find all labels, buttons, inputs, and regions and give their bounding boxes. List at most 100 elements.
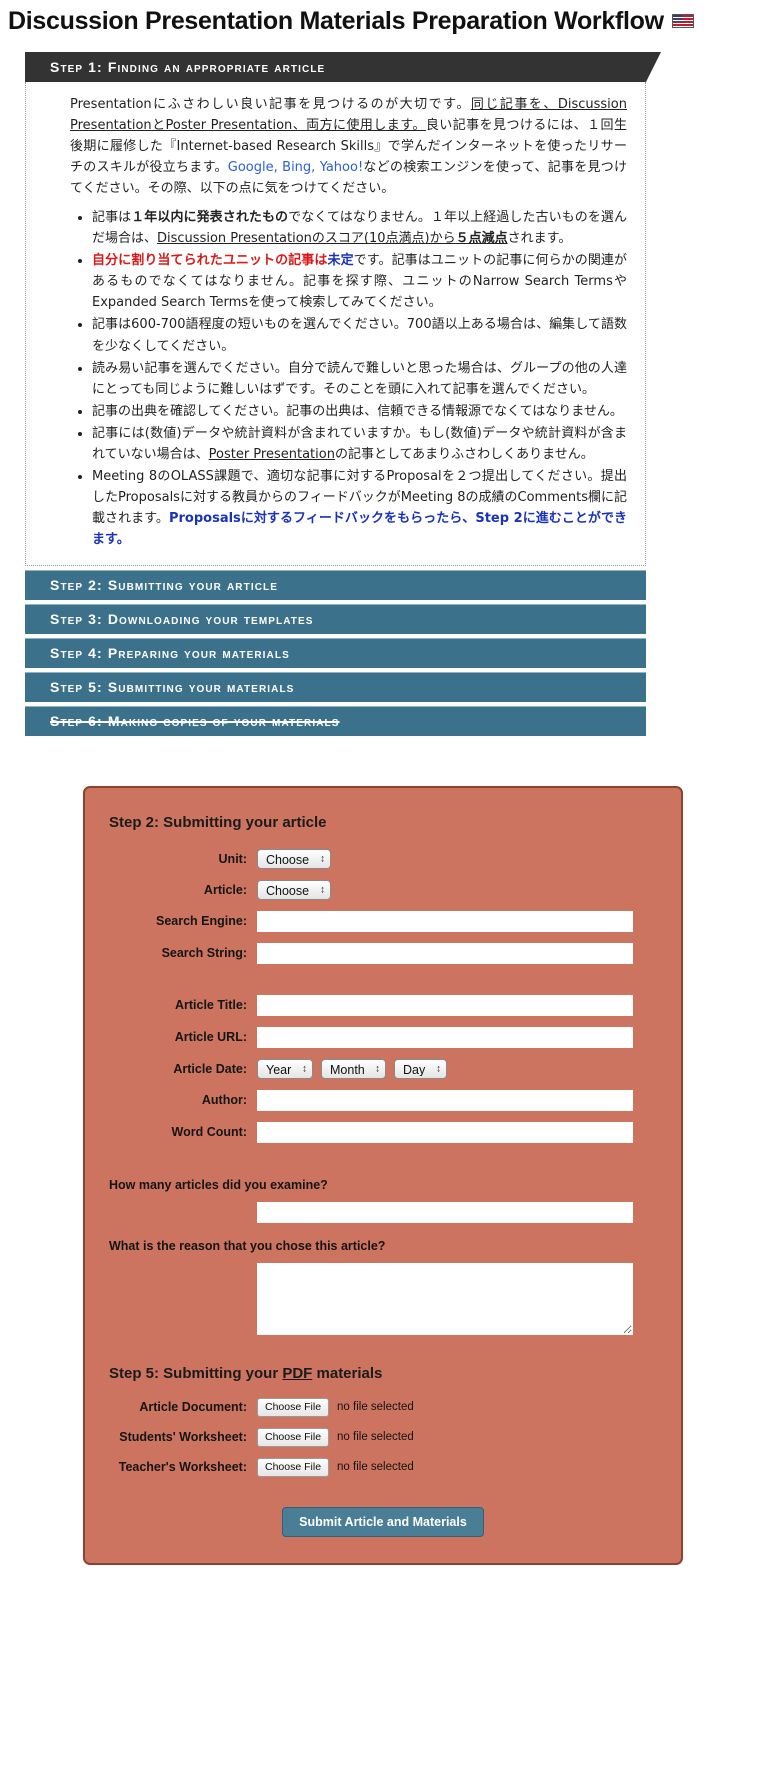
page-root: Discussion Presentation Materials Prepar… (0, 0, 766, 1769)
form-row-article: Article: Choose (109, 879, 657, 900)
list-item: 記事には(数値)データや統計資料が含まれていますか。もし(数値)データや統計資料… (92, 423, 627, 465)
reason-textarea[interactable] (257, 1262, 633, 1335)
step1-content-panel: Presentationにふさわしい良い記事を見つけるのが大切です。同じ記事を、… (25, 82, 646, 566)
bullet1-seg6: されます。 (507, 231, 572, 247)
step-header-step1[interactable]: Step 1: Finding an appropriate article (25, 52, 661, 82)
form-row-word-count: Word Count: (109, 1121, 657, 1143)
article-select[interactable]: Choose (257, 879, 331, 900)
bullet1-seg4: Discussion Presentationのスコア(10点満点)から (157, 231, 456, 247)
step1-japanese-body: Presentationにふさわしい良い記事を見つけるのが大切です。同じ記事を、… (70, 94, 627, 550)
search-string-label: Search String: (161, 946, 247, 961)
article-document-status: no file selected (337, 1401, 414, 1414)
us-uk-flag-icon (671, 14, 694, 28)
unit-label: Unit: (218, 851, 247, 866)
reason-label: What is the reason that you chose this a… (109, 1238, 386, 1253)
form-row-article-url: Article URL: (109, 1026, 657, 1048)
form-row-article-title: Article Title: (109, 994, 657, 1016)
search-string-input[interactable] (257, 942, 633, 964)
bullet6-seg2: Poster Presentation (208, 446, 335, 462)
teachers-worksheet-choose-file-button[interactable]: Choose File (257, 1457, 330, 1477)
intro-segment-1: Presentationにふさわしい良い記事を見つけるのが大切です。 (70, 97, 471, 112)
step-header-label: Step 6: Making copies of your materials (50, 713, 340, 730)
list-item: 自分に割り当てられたユニットの記事は未定です。記事はユニットの記事に何らかの関連… (92, 250, 627, 313)
form-row-reason (109, 1262, 657, 1335)
unit-select[interactable]: Choose (257, 848, 331, 869)
author-label: Author: (201, 1093, 247, 1108)
section5-heading: Step 5: Submitting your PDF materials (109, 1365, 657, 1382)
word-count-label: Word Count: (171, 1125, 247, 1140)
steps-accordion: Step 1: Finding an appropriate article P… (0, 52, 766, 736)
section5-heading-before: Step 5: Submitting your (109, 1364, 283, 1382)
step1-intro-paragraph: Presentationにふさわしい良い記事を見つけるのが大切です。同じ記事を、… (70, 94, 627, 199)
list-item: 記事の出典を確認してください。記事の出典は、信頼できる情報源でなくてはなりません… (92, 401, 627, 422)
form-heading: Step 2: Submitting your article (109, 813, 327, 831)
article-url-input[interactable] (257, 1026, 633, 1048)
bullet1-seg2: １年以内に発表されたもの (131, 210, 289, 226)
form-row-search-engine: Search Engine: (109, 910, 657, 932)
bullet2-seg2: 未定 (327, 253, 354, 269)
step-header-step5[interactable]: Step 5: Submitting your materials (25, 671, 646, 702)
form-row-author: Author: (109, 1089, 657, 1111)
article-url-label: Article URL: (174, 1030, 247, 1045)
article-date-day-select[interactable]: Day (394, 1058, 447, 1079)
submission-form-panel: Step 2: Submitting your article Unit: Ch… (83, 785, 683, 1565)
list-item: 読み易い記事を選んでください。自分で読んで難しいと思った場合は、グループの他の人… (92, 358, 627, 400)
list-item: Meeting 8のOLASS課題で、適切な記事に対するProposalを２つ提… (92, 466, 627, 550)
search-engines-link[interactable]: Google, Bing, Yahoo! (228, 160, 363, 175)
articles-examined-input[interactable] (257, 1201, 633, 1223)
article-document-label: Article Document: (139, 1400, 247, 1415)
teachers-worksheet-status: no file selected (337, 1461, 414, 1474)
section5-heading-after: materials (312, 1364, 383, 1382)
bullet5-seg1: 記事の出典を確認してください。記事の出典は、信頼できる情報源でなくてはなりません… (92, 403, 623, 419)
submit-article-and-materials-button[interactable]: Submit Article and Materials (282, 1506, 484, 1537)
bullet1-seg1: 記事は (92, 210, 132, 226)
article-date-label: Article Date: (173, 1061, 247, 1076)
step-header-label: Step 2: Submitting your article (50, 577, 278, 594)
form-row-teachers-worksheet: Teacher's Worksheet: Choose File no file… (109, 1457, 657, 1477)
author-input[interactable] (257, 1089, 633, 1111)
step-header-label: Step 1: Finding an appropriate article (50, 59, 326, 75)
form-row-article-document: Article Document: Choose File no file se… (109, 1397, 657, 1417)
bullet2-seg1: 自分に割り当てられたユニットの記事は (92, 253, 328, 269)
bullet6-seg3: の記事としてあまりふさわしくありません。 (334, 446, 594, 462)
article-document-choose-file-button[interactable]: Choose File (257, 1397, 330, 1417)
article-date-month-select[interactable]: Month (321, 1058, 386, 1079)
step-header-step2[interactable]: Step 2: Submitting your article (25, 569, 646, 600)
step-header-label: Step 5: Submitting your materials (50, 679, 295, 696)
teachers-worksheet-label: Teacher's Worksheet: (118, 1460, 247, 1475)
step-header-step4[interactable]: Step 4: Preparing your materials (25, 637, 646, 668)
form-row-students-worksheet: Students' Worksheet: Choose File no file… (109, 1427, 657, 1447)
students-worksheet-status: no file selected (337, 1431, 414, 1444)
bullet7-seg2: Proposalsに対するフィードバックをもらったら、Step 2に進むことがで… (92, 510, 628, 547)
step-header-step3[interactable]: Step 3: Downloading your templates (25, 603, 646, 634)
form-row-search-string: Search String: (109, 942, 657, 964)
article-label: Article: (203, 882, 247, 897)
bullet3-seg1: 記事は600-700語程度の短いものを選んでください。700語以上ある場合は、編… (92, 317, 627, 354)
section5-heading-pdf: PDF (282, 1364, 313, 1382)
search-engine-label: Search Engine: (156, 914, 247, 929)
students-worksheet-label: Students' Worksheet: (119, 1430, 247, 1445)
form-row-article-date: Article Date: Year Month Day (109, 1058, 657, 1079)
bullet1-seg5: ５点減点 (455, 231, 508, 247)
students-worksheet-choose-file-button[interactable]: Choose File (257, 1427, 330, 1447)
list-item: 記事は600-700語程度の短いものを選んでください。700語以上ある場合は、編… (92, 314, 627, 356)
form-spacer (109, 1223, 657, 1235)
form-spacer (109, 1154, 657, 1174)
step1-bullet-list: 記事は１年以内に発表されたものでなくてはなりません。１年以上経過した古いものを選… (70, 207, 627, 550)
form-spacer (109, 975, 657, 995)
bullet4-seg1: 読み易い記事を選んでください。自分で読んで難しいと思った場合は、グループの他の人… (92, 360, 627, 397)
list-item: 記事は１年以内に発表されたものでなくてはなりません。１年以上経過した古いものを選… (92, 207, 627, 249)
step-header-label: Step 3: Downloading your templates (50, 611, 314, 628)
page-title: Discussion Presentation Materials Prepar… (8, 7, 664, 35)
form-row-articles-examined (109, 1201, 657, 1223)
word-count-input[interactable] (257, 1121, 633, 1143)
step-header-step6[interactable]: Step 6: Making copies of your materials (25, 705, 646, 736)
article-title-label: Article Title: (174, 998, 247, 1013)
step-header-label: Step 4: Preparing your materials (50, 645, 290, 662)
page-header: Discussion Presentation Materials Prepar… (0, 0, 766, 36)
articles-examined-label: How many articles did you examine? (109, 1177, 328, 1192)
submit-row: Submit Article and Materials (109, 1506, 657, 1537)
article-date-year-select[interactable]: Year (257, 1058, 313, 1079)
article-title-input[interactable] (257, 994, 633, 1016)
search-engine-input[interactable] (257, 910, 633, 932)
